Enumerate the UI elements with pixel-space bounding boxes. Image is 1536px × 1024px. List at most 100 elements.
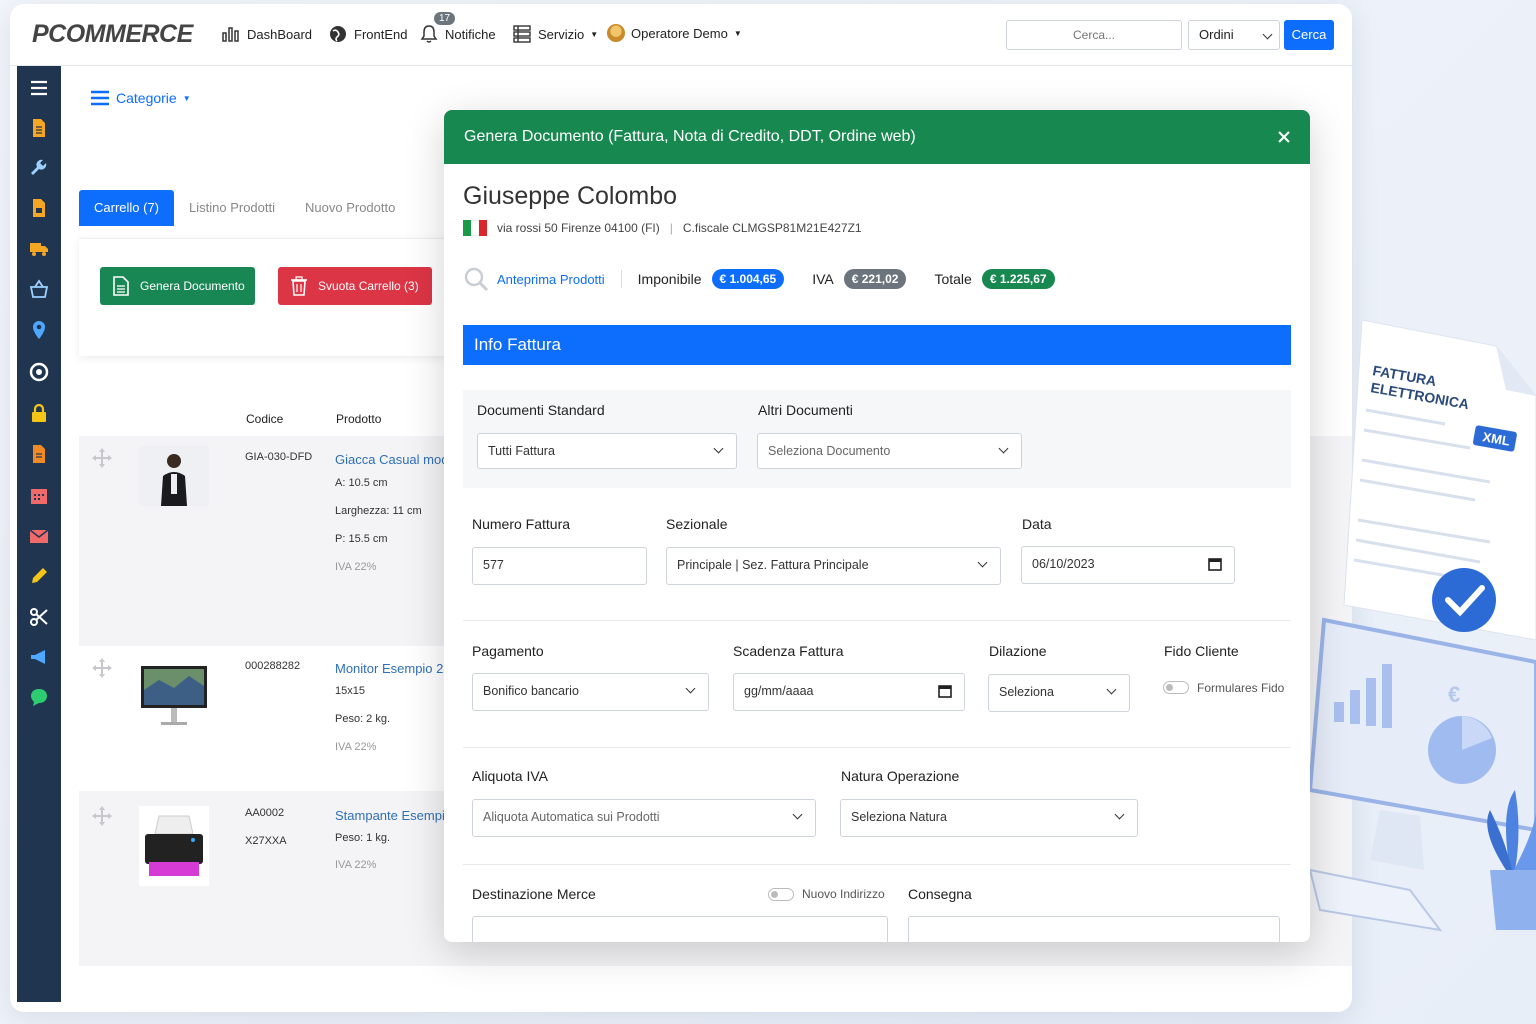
doc-standard-select[interactable]: Tutti Fattura xyxy=(477,433,737,469)
map-pin-icon[interactable] xyxy=(29,320,49,340)
nav-notifiche[interactable]: Notifiche xyxy=(419,24,496,44)
search-type-select[interactable]: Ordini xyxy=(1188,20,1280,50)
scadenza-value: gg/mm/aaaa xyxy=(744,684,814,698)
product-name-link[interactable]: Monitor Esempio 2 xyxy=(335,661,443,676)
lock-icon[interactable] xyxy=(29,403,49,423)
dilazione-value: Seleziona xyxy=(999,685,1054,699)
nav-servizio-label: Servizio xyxy=(538,26,585,42)
table-row: GIA-030-DFD Giacca Casual mod A: 10.5 cm… xyxy=(79,436,459,644)
pagamento-select[interactable]: Bonifico bancario xyxy=(472,673,709,711)
altri-doc-value: Seleziona Documento xyxy=(768,444,891,458)
nav-frontend-label: FrontEnd xyxy=(354,26,408,42)
product-name-link[interactable]: Stampante Esempi xyxy=(335,808,445,823)
natura-operazione-select[interactable]: Seleziona Natura xyxy=(840,799,1138,837)
product-iva: IVA 22% xyxy=(335,859,377,871)
close-icon[interactable] xyxy=(1276,129,1292,145)
nav-servizio[interactable]: Servizio ▼ xyxy=(512,24,598,44)
tab-nuovo-prodotto[interactable]: Nuovo Prodotto xyxy=(290,190,410,226)
sezionale-select[interactable]: Principale | Sez. Fattura Principale xyxy=(666,547,1001,585)
sidebar xyxy=(17,66,61,1002)
caret-down-icon: ▼ xyxy=(733,28,742,38)
pencil-icon[interactable] xyxy=(29,566,49,586)
totals-bar: Anteprima Prodotti Imponibile € 1.004,65… xyxy=(463,266,1055,292)
italy-flag-icon xyxy=(463,220,487,236)
wrench-icon[interactable] xyxy=(29,158,49,178)
product-name-link[interactable]: Giacca Casual mod xyxy=(335,452,448,467)
product-attr: Larghezza: 11 cm xyxy=(335,505,422,517)
bell-icon xyxy=(420,25,438,43)
drag-handle-icon[interactable] xyxy=(91,805,113,827)
fido-toggle[interactable] xyxy=(1163,681,1189,694)
globe-icon xyxy=(330,26,346,42)
search-input[interactable] xyxy=(1006,20,1182,50)
tab-carrello[interactable]: Carrello (7) xyxy=(79,190,175,226)
check-circle-icon xyxy=(1432,568,1496,632)
dilazione-select[interactable]: Seleziona xyxy=(988,674,1130,712)
calendar-icon[interactable] xyxy=(1208,557,1222,571)
drag-handle-icon[interactable] xyxy=(91,657,113,679)
document-icon[interactable] xyxy=(29,118,49,138)
mail-icon[interactable] xyxy=(29,526,49,546)
calendar-icon[interactable] xyxy=(938,684,952,698)
file-icon[interactable] xyxy=(29,444,49,464)
doc-standard-label: Documenti Standard xyxy=(477,402,605,418)
search-button[interactable]: Cerca xyxy=(1284,20,1334,50)
data-input[interactable]: 06/10/2023 xyxy=(1021,546,1235,584)
product-attr: Peso: 1 kg. xyxy=(335,832,391,844)
nav-operatore-label: Operatore Demo xyxy=(631,25,728,41)
aliquota-iva-value: Aliquota Automatica sui Prodotti xyxy=(483,810,660,824)
scissors-icon[interactable] xyxy=(29,607,49,627)
nuovo-indirizzo-toggle[interactable] xyxy=(768,888,794,901)
consegna-input[interactable] xyxy=(908,916,1280,942)
divider xyxy=(463,747,1291,748)
megaphone-icon[interactable] xyxy=(29,647,49,667)
table-row: AA0002 X27XXA Stampante Esempi Peso: 1 k… xyxy=(79,794,459,966)
caret-down-icon: ▼ xyxy=(182,93,191,103)
product-iva: IVA 22% xyxy=(335,741,377,753)
svuota-carrello-button[interactable]: Svuota Carrello (3) xyxy=(278,267,432,305)
genera-documento-button[interactable]: Genera Documento xyxy=(100,267,255,305)
search-icon[interactable] xyxy=(463,266,489,292)
caret-down-icon: ▼ xyxy=(590,29,599,39)
column-header-prodotto[interactable]: Prodotto xyxy=(336,412,381,426)
nav-dashboard[interactable]: DashBoard xyxy=(221,24,312,44)
destinazione-merce-input[interactable] xyxy=(472,916,888,942)
chevron-down-icon xyxy=(1114,809,1125,820)
numero-fattura-input[interactable]: 577 xyxy=(472,547,647,585)
drag-handle-icon[interactable] xyxy=(91,447,113,469)
truck-icon[interactable] xyxy=(29,238,49,258)
natura-operazione-label: Natura Operazione xyxy=(841,768,960,784)
app-logo[interactable]: PCOMMERCE xyxy=(32,20,193,49)
chat-icon[interactable] xyxy=(29,687,49,707)
calendar-icon[interactable] xyxy=(29,485,49,505)
e-invoice-illustration: FATTURA ELETTRONICA XML € xyxy=(1307,319,1536,932)
modal-header: Genera Documento (Fattura, Nota di Credi… xyxy=(444,110,1310,164)
tab-listino-prodotti[interactable]: Listino Prodotti xyxy=(174,190,290,226)
genera-documento-label: Genera Documento xyxy=(140,279,245,293)
data-label: Data xyxy=(1022,516,1052,532)
basket-icon[interactable] xyxy=(29,279,49,299)
product-attr: P: 15.5 cm xyxy=(335,533,388,545)
list-grid-icon xyxy=(513,25,531,43)
altri-doc-label: Altri Documenti xyxy=(758,402,853,418)
categorie-dropdown[interactable]: Categorie ▼ xyxy=(90,90,191,106)
genera-documento-modal: Genera Documento (Fattura, Nota di Credi… xyxy=(444,110,1310,942)
scadenza-input[interactable]: gg/mm/aaaa xyxy=(733,673,965,711)
anteprima-prodotti-link[interactable]: Anteprima Prodotti xyxy=(497,272,605,287)
altri-doc-select[interactable]: Seleziona Documento xyxy=(757,433,1022,469)
invoice-icon[interactable] xyxy=(29,198,49,218)
menu-icon[interactable] xyxy=(29,78,49,98)
column-header-codice[interactable]: Codice xyxy=(246,412,283,426)
chevron-down-icon xyxy=(713,443,724,454)
doc-standard-value: Tutti Fattura xyxy=(488,444,555,458)
modal-title: Genera Documento (Fattura, Nota di Credi… xyxy=(464,128,916,145)
nuovo-indirizzo-label: Nuovo Indirizzo xyxy=(802,887,885,901)
totale-label: Totale xyxy=(934,271,972,287)
nav-frontend[interactable]: FrontEnd xyxy=(328,24,407,44)
pagamento-label: Pagamento xyxy=(472,643,544,659)
document-icon xyxy=(113,276,129,296)
aliquota-iva-select[interactable]: Aliquota Automatica sui Prodotti xyxy=(472,799,816,837)
nav-operatore[interactable]: Operatore Demo ▼ xyxy=(607,24,742,42)
target-icon[interactable] xyxy=(29,362,49,382)
svuota-carrello-label: Svuota Carrello (3) xyxy=(318,279,419,293)
